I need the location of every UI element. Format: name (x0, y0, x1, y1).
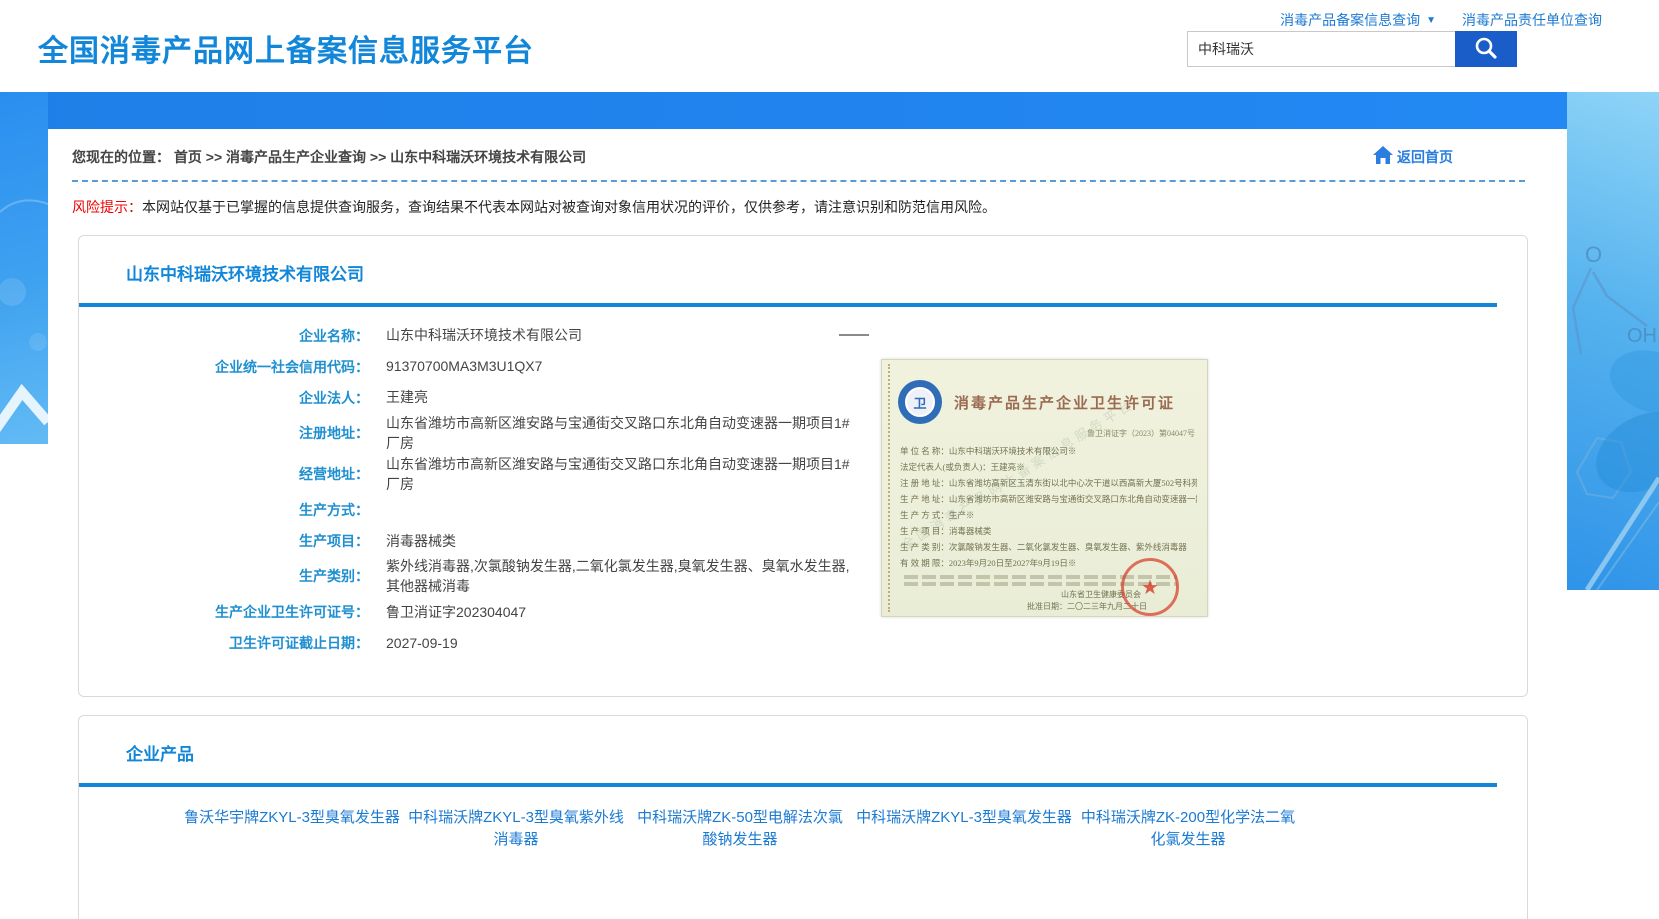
certificate-line: 单 位 名 称：山东中科瑞沃环境技术有限公司※ (900, 443, 1197, 459)
chevron-down-icon[interactable]: ▼ (1426, 15, 1436, 26)
product-link-4[interactable]: 中科瑞沃牌ZKYL-3型臭氧发生器 (855, 807, 1073, 851)
breadcrumb-row: 您现在的位置： 首页 >> 消毒产品生产企业查询 >> 山东中科瑞沃环境技术有限… (48, 129, 1567, 168)
national-emblem-icon: 卫 (898, 380, 942, 424)
company-card-rule (79, 303, 1497, 307)
field-row-name: 企业名称： 山东中科瑞沃环境技术有限公司 (79, 320, 1527, 351)
field-value: 消毒器械类 (386, 531, 456, 551)
field-label: 生产方式： (79, 500, 369, 520)
certificate-line: 注 册 地 址：山东省潍坊高新区玉清东街以北中心次干道以西高新大厦502号科苑 (900, 475, 1197, 491)
breadcrumb-prefix: 您现在的位置： (72, 149, 170, 165)
product-link-2[interactable]: 中科瑞沃牌ZKYL-3型臭氧紫外线消毒器 (407, 807, 625, 851)
breadcrumb-separator-2: >> (370, 149, 386, 165)
company-card-title: 山东中科瑞沃环境技术有限公司 (126, 260, 1527, 285)
search-input[interactable] (1187, 31, 1455, 67)
field-value: 山东省潍坊市高新区潍安路与宝通街交叉路口东北角自动变速器一期项目1#厂房 (386, 454, 856, 495)
dashed-divider (72, 180, 1525, 182)
breadcrumb-current: 山东中科瑞沃环境技术有限公司 (390, 149, 586, 165)
topbar: 全国消毒产品网上备案信息服务平台 消毒产品备案信息查询 ▼ 消毒产品责任单位查询 (0, 0, 1659, 92)
search-icon (1473, 35, 1499, 64)
nav-responsible-unit-query[interactable]: 消毒产品责任单位查询 (1462, 10, 1602, 30)
certificate-line: 生 产 地 址：山东省潍坊市高新区潍安路与宝通街交叉路口东北角自动变速器一期项目… (900, 491, 1197, 507)
home-icon (1372, 145, 1394, 168)
nav-record-info-query[interactable]: 消毒产品备案信息查询 ▼ (1280, 10, 1436, 30)
certificate-perforation (888, 364, 890, 612)
search-bar (1187, 31, 1517, 67)
back-home-link[interactable]: 返回首页 (1372, 145, 1453, 168)
nav-record-info-query-label: 消毒产品备案信息查询 (1280, 10, 1420, 30)
field-row-production-mode: 生产方式： (79, 494, 1527, 525)
risk-notice-text: 本网站仅基于已掌握的信息提供查询服务，查询结果不代表本网站对被查询对象信用状况的… (142, 199, 996, 215)
nav-responsible-unit-query-label: 消毒产品责任单位查询 (1462, 10, 1602, 30)
field-row-business-address: 经营地址： 山东省潍坊市高新区潍安路与宝通街交叉路口东北角自动变速器一期项目1#… (79, 454, 1527, 495)
field-row-registered-address: 注册地址： 山东省潍坊市高新区潍安路与宝通街交叉路口东北角自动变速器一期项目1#… (79, 413, 1527, 454)
blue-banner-band (0, 92, 1659, 130)
back-home-label: 返回首页 (1397, 147, 1453, 167)
field-label: 企业法人： (79, 388, 369, 408)
products-card-rule (79, 783, 1497, 787)
field-value: 鲁卫消证字202304047 (386, 602, 526, 622)
right-banner-decoration: O OH (1567, 92, 1659, 590)
search-button[interactable] (1455, 31, 1517, 67)
field-label: 卫生许可证截止日期： (79, 633, 369, 653)
left-banner-decoration (0, 92, 48, 444)
breadcrumb-separator: >> (206, 149, 222, 165)
svg-text:O: O (1585, 242, 1602, 267)
official-seal: ★ (1121, 558, 1179, 616)
field-label: 经营地址： (79, 464, 369, 484)
top-nav: 消毒产品备案信息查询 ▼ 消毒产品责任单位查询 (1280, 10, 1602, 30)
field-row-production-project: 生产项目： 消毒器械类 (79, 525, 1527, 556)
field-value: 山东中科瑞沃环境技术有限公司 (386, 325, 582, 345)
field-row-legal-person: 企业法人： 王建亮 (79, 382, 1527, 413)
field-label: 企业统一社会信用代码： (79, 357, 369, 377)
field-value: 山东省潍坊市高新区潍安路与宝通街交叉路口东北角自动变速器一期项目1#厂房 (386, 413, 856, 454)
product-link-5[interactable]: 中科瑞沃牌ZK-200型化学法二氧化氯发生器 (1079, 807, 1297, 851)
certificate-header: 卫 消毒产品生产企业卫生许可证 (898, 380, 1197, 424)
field-label: 注册地址： (79, 423, 369, 443)
breadcrumb-enterprise-query-link[interactable]: 消毒产品生产企业查询 (226, 149, 366, 165)
field-row-credit-code: 企业统一社会信用代码： 91370700MA3M3U1QX7 (79, 351, 1527, 382)
field-label: 生产类别： (79, 566, 369, 586)
products-card-title: 企业产品 (126, 740, 1527, 765)
field-label: 生产项目： (79, 531, 369, 551)
product-link-1[interactable]: 鲁沃华宇牌ZKYL-3型臭氧发生器 (183, 807, 401, 851)
site-title: 全国消毒产品网上备案信息服务平台 (38, 26, 534, 70)
certificate-title: 消毒产品生产企业卫生许可证 (954, 392, 1175, 413)
certificate-body: 单 位 名 称：山东中科瑞沃环境技术有限公司※ 法定代表人(或负责人)：王建亮※… (900, 443, 1197, 571)
field-row-production-category: 生产类别： 紫外线消毒器,次氯酸钠发生器,二氧化氯发生器,臭氧发生器、臭氧水发生… (79, 556, 1527, 597)
company-fields: 企业名称： 山东中科瑞沃环境技术有限公司 企业统一社会信用代码： 9137070… (79, 320, 1527, 659)
certificate-line: 生 产 方 式：生产※ (900, 507, 1197, 523)
page: 全国消毒产品网上备案信息服务平台 消毒产品备案信息查询 ▼ 消毒产品责任单位查询 (0, 0, 1659, 919)
risk-notice-label: 风险提示： (72, 199, 142, 215)
certificate-line: 生 产 类 别：次氯酸钠发生器、二氧化氯发生器、臭氧发生器、紫外线消毒器 (900, 539, 1197, 555)
field-value: 王建亮 (386, 387, 428, 407)
field-label: 生产企业卫生许可证号： (79, 602, 369, 622)
certificate-line: 法定代表人(或负责人)：王建亮※ (900, 459, 1197, 475)
products-card: 企业产品 鲁沃华宇牌ZKYL-3型臭氧发生器 中科瑞沃牌ZKYL-3型臭氧紫外线… (78, 715, 1528, 919)
main-panel: 您现在的位置： 首页 >> 消毒产品生产企业查询 >> 山东中科瑞沃环境技术有限… (48, 129, 1567, 919)
svg-text:OH: OH (1627, 325, 1657, 347)
certificate-line: 生 产 项 目：消毒器械类 (900, 523, 1197, 539)
field-label: 企业名称： (79, 326, 369, 346)
field-row-license-number: 生产企业卫生许可证号： 鲁卫消证字202304047 (79, 597, 1527, 628)
breadcrumb-home-link[interactable]: 首页 (174, 149, 202, 165)
field-value: 91370700MA3M3U1QX7 (386, 356, 542, 376)
certificate-doc-number: 鲁卫消证字（2023）第04047号 (882, 428, 1195, 439)
field-value: 紫外线消毒器,次氯酸钠发生器,二氧化氯发生器,臭氧发生器、臭氧水发生器,其他器械… (386, 556, 856, 597)
risk-notice: 风险提示：本网站仅基于已掌握的信息提供查询服务，查询结果不代表本网站对被查询对象… (72, 197, 1543, 217)
product-list: 鲁沃华宇牌ZKYL-3型臭氧发生器 中科瑞沃牌ZKYL-3型臭氧紫外线消毒器 中… (183, 807, 1487, 851)
breadcrumb: 您现在的位置： 首页 >> 消毒产品生产企业查询 >> 山东中科瑞沃环境技术有限… (72, 147, 586, 167)
field-value: 2027-09-19 (386, 633, 458, 653)
field-row-license-expiry: 卫生许可证截止日期： 2027-09-19 (79, 628, 1527, 659)
company-card: 山东中科瑞沃环境技术有限公司 企业名称： 山东中科瑞沃环境技术有限公司 企业统一… (78, 235, 1528, 697)
product-link-3[interactable]: 中科瑞沃牌ZK-50型电解法次氯酸钠发生器 (631, 807, 849, 851)
seal-star-icon: ★ (1141, 575, 1159, 600)
hygiene-license-certificate-image: 全国消毒产品网上备案信息服务平台 卫 消毒产品生产企业卫生许可证 鲁卫消证字（2… (881, 359, 1208, 617)
dash-decoration (839, 334, 869, 336)
